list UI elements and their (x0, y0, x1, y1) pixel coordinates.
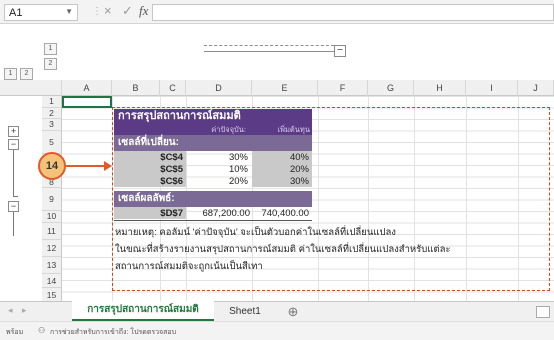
expand-rows-button[interactable]: + (8, 126, 19, 137)
row-header-9[interactable]: 9 (42, 188, 62, 211)
cell-grid[interactable]: การสรุปสถานการณ์สมมติ ค่าปัจจุบัน: เพิ่ม… (62, 96, 554, 301)
row-group-line (13, 150, 14, 196)
changing-current-1: 30% (228, 152, 248, 163)
sheet-tabs-bar: ◂ ▸ การสรุปสถานการณ์สมมติ Sheet1 ⊕ (0, 301, 554, 321)
result-current: 687,200.00 (202, 208, 250, 219)
col-increase-label: เพิ่มต้นทุน (277, 125, 310, 134)
note-line-2: ในขณะที่สร้างรายงานสรุปสถานการณ์สมมติ ค่… (115, 244, 451, 255)
row-header-2[interactable]: 2 (42, 107, 62, 119)
changing-ref-2: $C$5 (160, 164, 183, 175)
result-cells-header: เซลล์ผลลัพธ์: (114, 191, 312, 207)
row-header-12[interactable]: 12 (42, 239, 62, 257)
changing-scenario-1: 40% (289, 152, 309, 163)
tab-scroll-left-icon[interactable]: ◂ (8, 305, 13, 316)
collapse-rows-button[interactable]: − (8, 139, 19, 150)
column-header-f[interactable]: F (318, 80, 368, 96)
fx-icon[interactable]: fx (139, 3, 148, 19)
changing-current-2: 10% (228, 164, 248, 175)
outline-area: 1 2 1 2 − (0, 24, 554, 80)
callout-arrow-head (104, 161, 112, 171)
row-header-11[interactable]: 11 (42, 222, 62, 240)
row-header-10[interactable]: 10 (42, 211, 62, 223)
tab-scroll-right-icon[interactable]: ▸ (22, 305, 27, 316)
select-all-corner[interactable] (0, 80, 62, 96)
scenario-title: การสรุปสถานการณ์สมมติ (114, 109, 312, 124)
collapse-rows-button-2[interactable]: − (8, 201, 19, 212)
outline-level-2-col[interactable]: 2 (44, 58, 57, 70)
add-sheet-button[interactable]: ⊕ (284, 303, 302, 321)
column-header-a[interactable]: A (62, 80, 112, 96)
changing-current-3: 20% (228, 176, 248, 187)
chevron-down-icon[interactable]: ▼ (65, 5, 73, 19)
note-line-1: หมายเหตุ: คอลัมน์ 'ค่าปัจจุบัน' จะเป็นตั… (115, 227, 396, 238)
outline-level1-bar (204, 45, 334, 46)
column-headers: A B C D E F G H I J (0, 80, 554, 96)
row-headers: + − − 1 2 3 5 6 7 8 9 10 11 12 13 14 15 (0, 96, 62, 326)
status-ready: พร้อม (6, 329, 24, 336)
note-line-3: สถานการณ์สมมติจะถูกเน้นเป็นสีเทา (115, 261, 263, 272)
row-header-13[interactable]: 13 (42, 256, 62, 274)
cancel-icon[interactable]: × (104, 3, 112, 18)
result-ref: $D$7 (160, 208, 183, 219)
row-group-line-2 (13, 212, 14, 236)
formula-input[interactable] (152, 4, 554, 21)
column-header-g[interactable]: G (368, 80, 414, 96)
callout-arrow-line (66, 165, 106, 167)
result-scenario: 740,400.00 (261, 208, 309, 219)
callout-badge: 14 (38, 152, 66, 180)
column-header-c[interactable]: C (160, 80, 186, 96)
tab-sheet1[interactable]: Sheet1 (222, 304, 268, 320)
accessibility-hint[interactable]: การช่วยสำหรับการเข้าถึง: โปรดตรวจสอบ (50, 327, 176, 338)
row-header-15[interactable]: 15 (42, 287, 62, 302)
row-group-end (13, 196, 18, 197)
outline-level-1-col[interactable]: 1 (44, 43, 57, 55)
changing-ref-3: $C$6 (160, 176, 183, 187)
active-cell-a1[interactable] (62, 96, 112, 108)
column-header-d[interactable]: D (186, 80, 252, 96)
callout-number: 14 (45, 160, 59, 172)
status-bar: พร้อม ⚇ การช่วยสำหรับการเข้าถึง: โปรดตรว… (0, 321, 554, 340)
column-header-i[interactable]: I (466, 80, 518, 96)
changing-scenario-2: 20% (289, 164, 309, 175)
horizontal-scroll-handle[interactable] (536, 306, 550, 318)
changing-cells-header: เซลล์ที่เปลี่ยน: (114, 135, 312, 151)
separator-icon: ⋮ (92, 6, 102, 17)
column-header-e[interactable]: E (252, 80, 318, 96)
name-box-value: A1 (9, 7, 23, 19)
row-outline-gutter (0, 96, 42, 301)
collapse-columns-button[interactable]: − (334, 45, 346, 57)
enter-icon[interactable]: ✓ (122, 3, 133, 19)
column-group-bar (204, 51, 334, 52)
tab-scenario-summary[interactable]: การสรุปสถานการณ์สมมติ (72, 301, 214, 321)
column-header-b[interactable]: B (112, 80, 160, 96)
outline-level-1-row[interactable]: 1 (4, 68, 17, 80)
name-box[interactable]: A1 ▼ (4, 4, 78, 21)
outline-level-2-row[interactable]: 2 (20, 68, 33, 80)
row-header-3[interactable]: 3 (42, 119, 62, 131)
row-header-5[interactable]: 5 (42, 130, 62, 154)
row-header-1[interactable]: 1 (42, 96, 62, 108)
column-header-j[interactable]: J (518, 80, 554, 96)
accessibility-icon[interactable]: ⚇ (38, 326, 45, 335)
row-header-14[interactable]: 14 (42, 273, 62, 288)
column-header-h[interactable]: H (414, 80, 466, 96)
formula-bar: A1 ▼ ⋮ × ✓ fx (0, 0, 554, 24)
changing-scenario-3: 30% (289, 176, 309, 187)
col-current-label: ค่าปัจจุบัน: (211, 125, 246, 134)
result-bottom-rule (114, 220, 312, 221)
changing-ref-1: $C$4 (160, 152, 183, 163)
